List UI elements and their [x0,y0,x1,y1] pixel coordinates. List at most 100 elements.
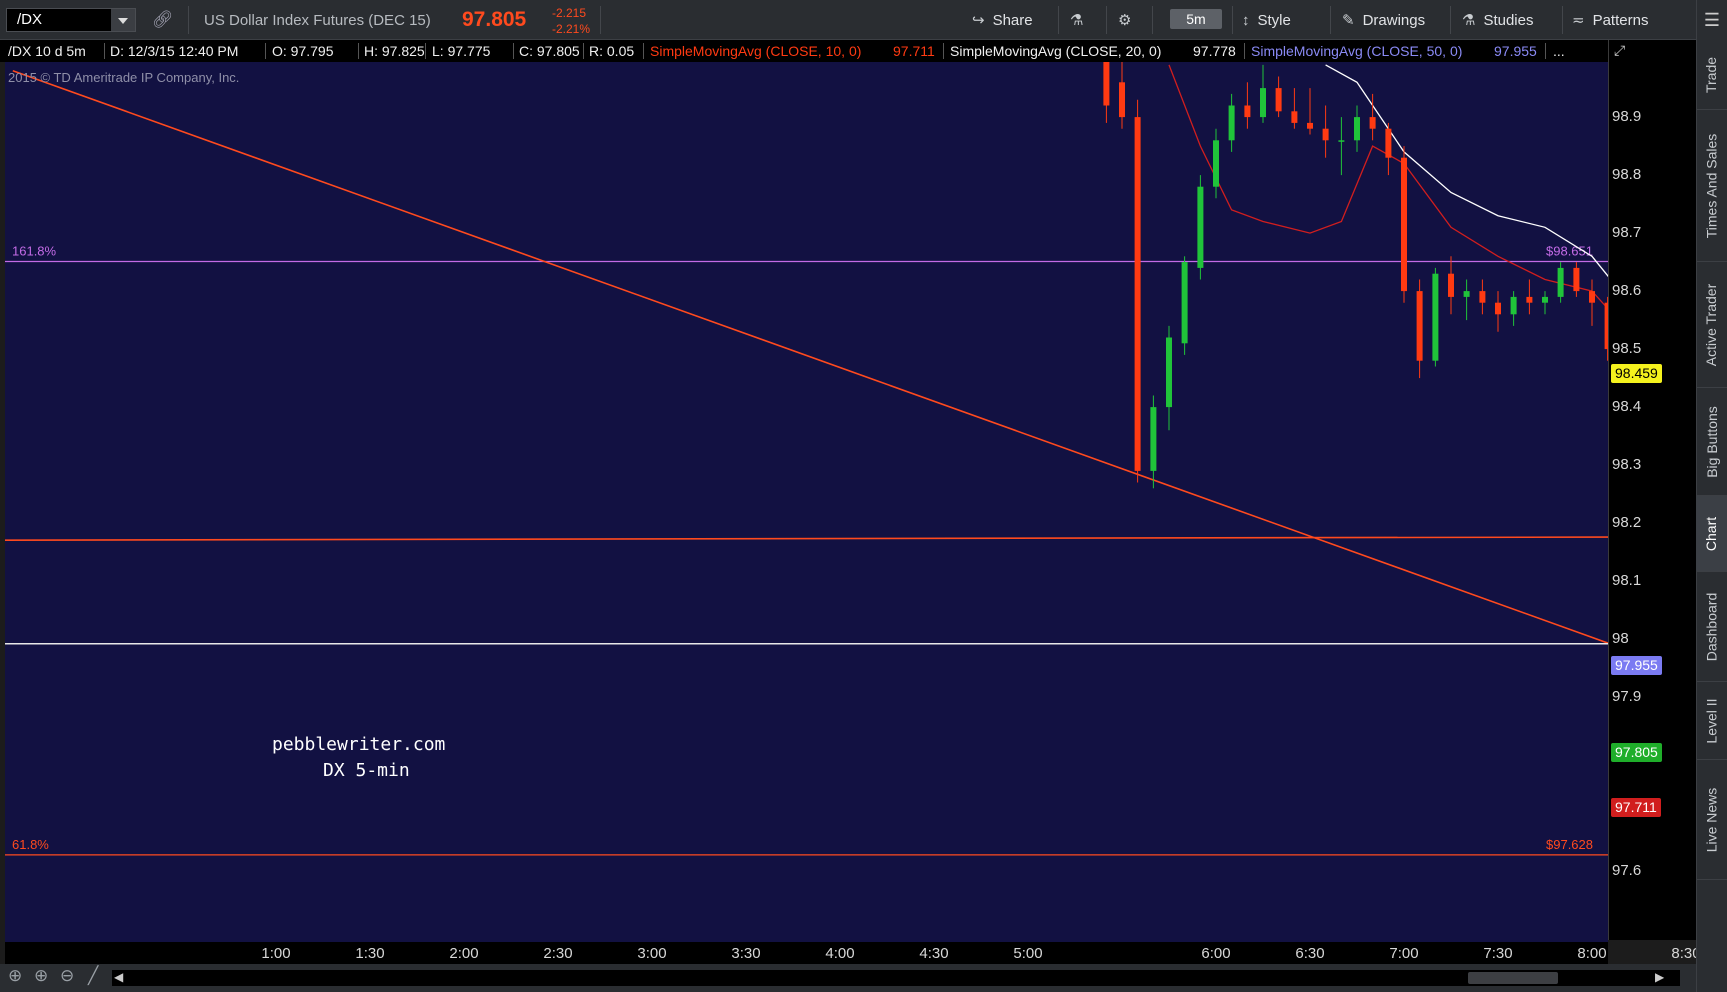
price-tick-label: 98 [1612,630,1629,648]
chart-scrollbar-track[interactable] [112,970,1680,986]
price-tick-label: 98.6 [1612,282,1642,300]
flask-button[interactable]: ⚗ [1070,0,1091,40]
candle-body [1542,296,1548,303]
side-tab-level-ii[interactable]: Level II [1696,682,1727,760]
time-axis[interactable] [5,942,1608,964]
top-toolbar: /DX 🔗︎ US Dollar Index Futures (DEC 15) … [0,0,1727,40]
watermark-site: pebblewriter.com [272,734,446,755]
candle [1385,122,1392,176]
candle [1479,279,1486,315]
candle-body [1354,117,1360,141]
side-tab-times-and-sales[interactable]: Times And Sales [1696,110,1727,262]
side-tab-label: Trade [1703,56,1720,93]
price-tick-label: 98.3 [1612,456,1642,474]
time-tick-label: 6:30 [1295,945,1325,962]
side-tab-big-buttons[interactable]: Big Buttons [1696,388,1727,496]
candle [1322,105,1329,158]
drawings-button[interactable]: ✎ Drawings [1342,0,1425,40]
side-tab-label: Times And Sales [1703,133,1720,238]
scroll-left-arrow-icon[interactable]: ◀ [114,970,123,984]
candle-body [1589,291,1595,303]
candle-body [1275,88,1282,112]
chart-scrollbar-thumb[interactable] [1468,972,1558,984]
price-flag: 97.955 [1611,656,1662,676]
studies-button[interactable]: ⚗ Studies [1462,0,1534,40]
time-tick-label: 7:30 [1483,945,1513,962]
candle [1416,279,1423,379]
toolbar-divider [188,6,189,34]
symbol-selector[interactable]: /DX [6,8,136,32]
share-icon: ↪ [972,12,985,29]
candle-body [1260,88,1266,118]
drag-tool-icon[interactable]: ╱ [88,966,98,986]
toolbar-divider [1106,6,1107,34]
expand-icon[interactable]: ⤢ [1614,42,1625,59]
link-icon[interactable]: 🔗︎ [152,10,174,30]
timeframe-selector[interactable]: 5m [1170,9,1222,29]
candle [1197,175,1204,280]
bar-open: O: 97.795 [272,43,334,59]
candle [1275,76,1282,118]
side-tab-active-trader[interactable]: Active Trader [1696,262,1727,388]
toolbar-divider [1562,6,1563,34]
settings-button[interactable]: ⚙ [1118,0,1139,40]
bar-range: R: 0.05 [589,43,635,59]
candle-body [1119,82,1125,118]
side-tab-chart[interactable]: Chart [1696,496,1727,572]
candle-body [1134,117,1141,471]
candle-body [1307,122,1313,129]
side-tab-dashboard[interactable]: Dashboard [1696,572,1727,682]
time-tick-label: 2:30 [543,945,573,962]
candle [1119,62,1125,129]
candle-body [1479,291,1486,303]
sma50-value: 97.955 [1494,43,1537,59]
thinkorswim-chart-window: /DX 🔗︎ US Dollar Index Futures (DEC 15) … [0,0,1727,992]
bar-date: D: 12/3/15 12:40 PM [110,43,239,59]
chevron-down-icon[interactable] [111,9,135,31]
candle [1307,88,1313,135]
percent-change: -2.21% [552,22,591,36]
scroll-right-arrow-icon[interactable]: ▶ [1655,970,1664,984]
toolbar-divider [1450,6,1451,34]
time-tick-label: 4:00 [825,945,855,962]
candle [1213,128,1219,199]
sma20-label[interactable]: SimpleMovingAvg (CLOSE, 20, 0) [950,40,1161,62]
time-tick-label: 2:00 [449,945,479,962]
share-button[interactable]: ↪ Share [972,0,1033,40]
zoom-in-icon[interactable]: ⊕ [34,966,48,986]
fib-level-price: $97.628 [1546,837,1593,852]
candle [1542,291,1548,315]
candle [1526,279,1533,315]
toolbar-divider [1330,6,1331,34]
patterns-button[interactable]: ≂ Patterns [1572,0,1648,40]
candle-body [1385,128,1392,158]
fib-level-pct: 61.8% [12,837,49,852]
watermark-chart-name: DX 5-min [323,760,410,781]
candle [1369,93,1376,141]
sma10-label[interactable]: SimpleMovingAvg (CLOSE, 10, 0) [650,40,861,62]
candle [1510,291,1517,326]
crosshair-icon[interactable]: ⊕ [8,966,22,986]
candle-body [1526,296,1533,303]
price-tick-label: 98.7 [1612,224,1642,242]
price-chart[interactable]: 161.8% $98.651 61.8% $97.628 [5,62,1608,942]
price-tick-label: 98.5 [1612,340,1642,358]
style-button[interactable]: ↕ Style [1242,0,1291,40]
side-tab-trade[interactable]: Trade [1696,40,1727,110]
price-tick-label: 97.9 [1612,688,1642,706]
candle [1448,256,1454,315]
candle [1166,325,1172,431]
infobar-more[interactable]: ... [1553,40,1565,62]
menu-icon[interactable]: ☰ [1696,0,1727,40]
patterns-icon: ≂ [1572,12,1585,29]
side-tab-live-news[interactable]: Live News [1696,760,1727,880]
instrument-description: US Dollar Index Futures (DEC 15) [204,12,431,29]
sma50-label[interactable]: SimpleMovingAvg (CLOSE, 50, 0) [1251,40,1462,62]
patterns-label: Patterns [1592,12,1649,29]
zoom-out-icon[interactable]: ⊖ [60,966,74,986]
toolbar-divider [1232,6,1233,34]
chart-id[interactable]: /DX 10 d 5m [8,40,86,62]
candle [1354,105,1360,152]
candle [1401,146,1407,303]
candle-body [1573,267,1580,292]
